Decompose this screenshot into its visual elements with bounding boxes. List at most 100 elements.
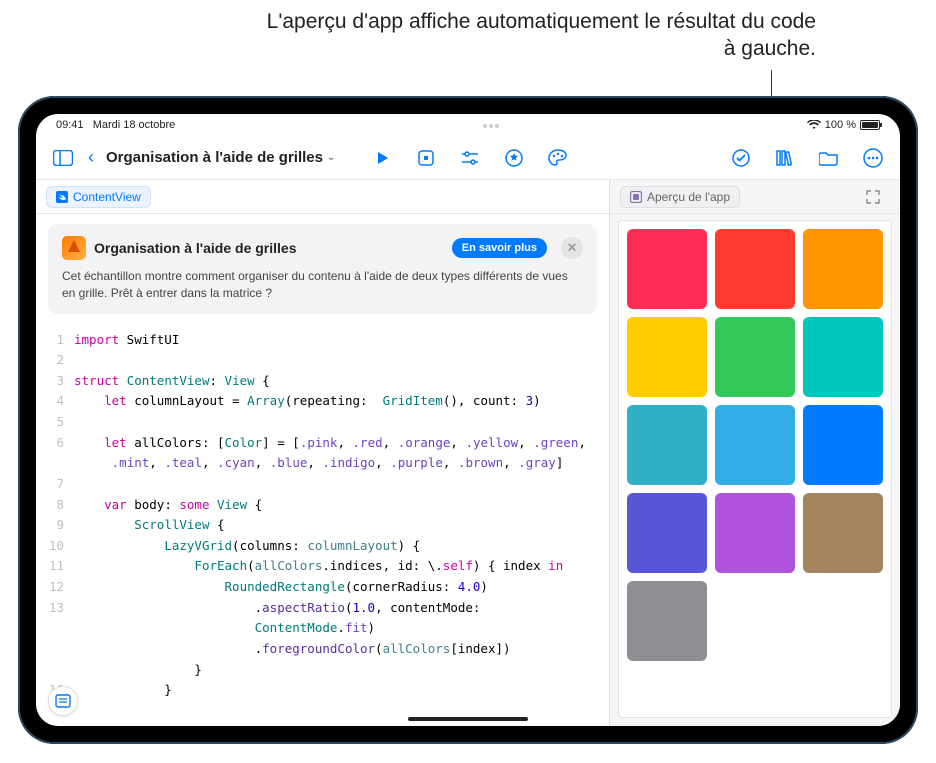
- status-right: 100 %: [807, 119, 880, 131]
- code-line[interactable]: 3struct ContentView: View {: [36, 371, 609, 392]
- document-title-text: Organisation à l'aide de grilles: [106, 149, 323, 166]
- line-number: 12: [48, 577, 74, 598]
- code-line[interactable]: 5: [36, 412, 609, 433]
- sidebar-toggle-icon[interactable]: [50, 145, 76, 171]
- line-number: 3: [48, 371, 74, 392]
- code-text[interactable]: [74, 474, 597, 495]
- code-text[interactable]: struct ContentView: View {: [74, 371, 597, 392]
- code-text[interactable]: }: [74, 680, 597, 701]
- color-swatch[interactable]: [627, 581, 707, 661]
- tab-app-preview[interactable]: Aperçu de l'app: [620, 186, 740, 208]
- chevron-down-icon: ⌄: [327, 152, 335, 163]
- info-card: Organisation à l'aide de grilles En savo…: [48, 224, 597, 314]
- code-line[interactable]: .foregroundColor(allColors[index]): [36, 639, 609, 660]
- info-description: Cet échantillon montre comment organiser…: [62, 268, 583, 302]
- code-text[interactable]: .mint, .teal, .cyan, .blue, .indigo, .pu…: [74, 453, 597, 474]
- line-number: 8: [48, 495, 74, 516]
- line-number: [48, 453, 74, 474]
- learn-more-button[interactable]: En savoir plus: [452, 238, 547, 258]
- code-line[interactable]: 10 LazyVGrid(columns: columnLayout) {: [36, 536, 609, 557]
- more-icon[interactable]: [860, 145, 886, 171]
- line-number: 1: [48, 330, 74, 351]
- color-swatch[interactable]: [803, 493, 883, 573]
- code-line[interactable]: 11 ForEach(allColors.indices, id: \.self…: [36, 556, 609, 577]
- line-number: 7: [48, 474, 74, 495]
- battery-icon: [860, 120, 880, 130]
- code-text[interactable]: .aspectRatio(1.0, contentMode:: [74, 598, 597, 619]
- code-line[interactable]: 8 var body: some View {: [36, 495, 609, 516]
- stop-button[interactable]: [413, 145, 439, 171]
- line-number: [48, 639, 74, 660]
- color-swatch[interactable]: [715, 493, 795, 573]
- line-number: 11: [48, 556, 74, 577]
- folder-icon[interactable]: [816, 145, 842, 171]
- code-line[interactable]: 16 }: [36, 680, 609, 701]
- palette-icon[interactable]: [545, 145, 571, 171]
- app-preview-icon: [630, 191, 642, 203]
- color-swatch[interactable]: [715, 317, 795, 397]
- code-text[interactable]: var body: some View {: [74, 495, 597, 516]
- line-number: [48, 618, 74, 639]
- ipad-frame: 09:41 Mardi 18 octobre 100 % ‹ Organisat…: [18, 96, 918, 744]
- back-button[interactable]: ‹: [88, 147, 94, 168]
- sample-thumbnail: [62, 236, 86, 260]
- color-swatch[interactable]: [627, 317, 707, 397]
- code-text[interactable]: let columnLayout = Array(repeating: Grid…: [74, 391, 597, 412]
- run-button[interactable]: [369, 145, 395, 171]
- code-line[interactable]: }: [36, 660, 609, 681]
- code-text[interactable]: RoundedRectangle(cornerRadius: 4.0): [74, 577, 597, 598]
- code-text[interactable]: .foregroundColor(allColors[index]): [74, 639, 597, 660]
- screen: 09:41 Mardi 18 octobre 100 % ‹ Organisat…: [36, 114, 900, 726]
- code-text[interactable]: [74, 350, 597, 371]
- document-title[interactable]: Organisation à l'aide de grilles ⌄: [106, 149, 335, 166]
- color-swatch[interactable]: [715, 405, 795, 485]
- settings-sliders-icon[interactable]: [457, 145, 483, 171]
- color-swatch[interactable]: [627, 229, 707, 309]
- code-line[interactable]: 9 ScrollView {: [36, 515, 609, 536]
- star-icon[interactable]: [501, 145, 527, 171]
- code-line[interactable]: 6 let allColors: [Color] = [.pink, .red,…: [36, 433, 609, 454]
- app-preview-canvas[interactable]: [618, 220, 892, 718]
- code-line[interactable]: ContentMode.fit): [36, 618, 609, 639]
- tab-contentview[interactable]: ContentView: [46, 186, 151, 208]
- color-swatch[interactable]: [627, 493, 707, 573]
- code-line[interactable]: 12 RoundedRectangle(cornerRadius: 4.0): [36, 577, 609, 598]
- toolbar: ‹ Organisation à l'aide de grilles ⌄: [36, 136, 900, 180]
- color-swatch[interactable]: [803, 317, 883, 397]
- annotation-text: L'aperçu d'app affiche automatiquement l…: [256, 8, 816, 63]
- doc-float-button[interactable]: [48, 686, 78, 716]
- editor-pane: ContentView Organisation à l'aide de gri…: [36, 180, 610, 726]
- main-split: ContentView Organisation à l'aide de gri…: [36, 180, 900, 726]
- code-text[interactable]: import SwiftUI: [74, 330, 597, 351]
- home-indicator[interactable]: [408, 717, 528, 721]
- color-grid: [627, 229, 883, 661]
- code-line[interactable]: 7: [36, 474, 609, 495]
- code-line[interactable]: .mint, .teal, .cyan, .blue, .indigo, .pu…: [36, 453, 609, 474]
- code-editor[interactable]: 1import SwiftUI23struct ContentView: Vie…: [36, 324, 609, 726]
- line-number: [48, 660, 74, 681]
- color-swatch[interactable]: [803, 405, 883, 485]
- code-text[interactable]: ForEach(allColors.indices, id: \.self) {…: [74, 556, 597, 577]
- code-line[interactable]: 4 let columnLayout = Array(repeating: Gr…: [36, 391, 609, 412]
- check-icon[interactable]: [728, 145, 754, 171]
- code-text[interactable]: ScrollView {: [74, 515, 597, 536]
- multitask-dots[interactable]: [483, 124, 499, 128]
- code-text[interactable]: ContentMode.fit): [74, 618, 597, 639]
- code-line[interactable]: 2: [36, 350, 609, 371]
- code-line[interactable]: 1import SwiftUI: [36, 330, 609, 351]
- code-text[interactable]: LazyVGrid(columns: columnLayout) {: [74, 536, 597, 557]
- color-swatch[interactable]: [715, 229, 795, 309]
- library-icon[interactable]: [772, 145, 798, 171]
- preview-pane: Aperçu de l'app: [610, 180, 900, 726]
- code-text[interactable]: [74, 412, 597, 433]
- tab-app-preview-label: Aperçu de l'app: [647, 190, 730, 204]
- close-info-button[interactable]: ✕: [561, 237, 583, 259]
- expand-preview-button[interactable]: [866, 190, 890, 204]
- code-line[interactable]: 13 .aspectRatio(1.0, contentMode:: [36, 598, 609, 619]
- color-swatch[interactable]: [627, 405, 707, 485]
- line-number: 4: [48, 391, 74, 412]
- code-text[interactable]: }: [74, 660, 597, 681]
- line-number: 10: [48, 536, 74, 557]
- code-text[interactable]: let allColors: [Color] = [.pink, .red, .…: [74, 433, 597, 454]
- color-swatch[interactable]: [803, 229, 883, 309]
